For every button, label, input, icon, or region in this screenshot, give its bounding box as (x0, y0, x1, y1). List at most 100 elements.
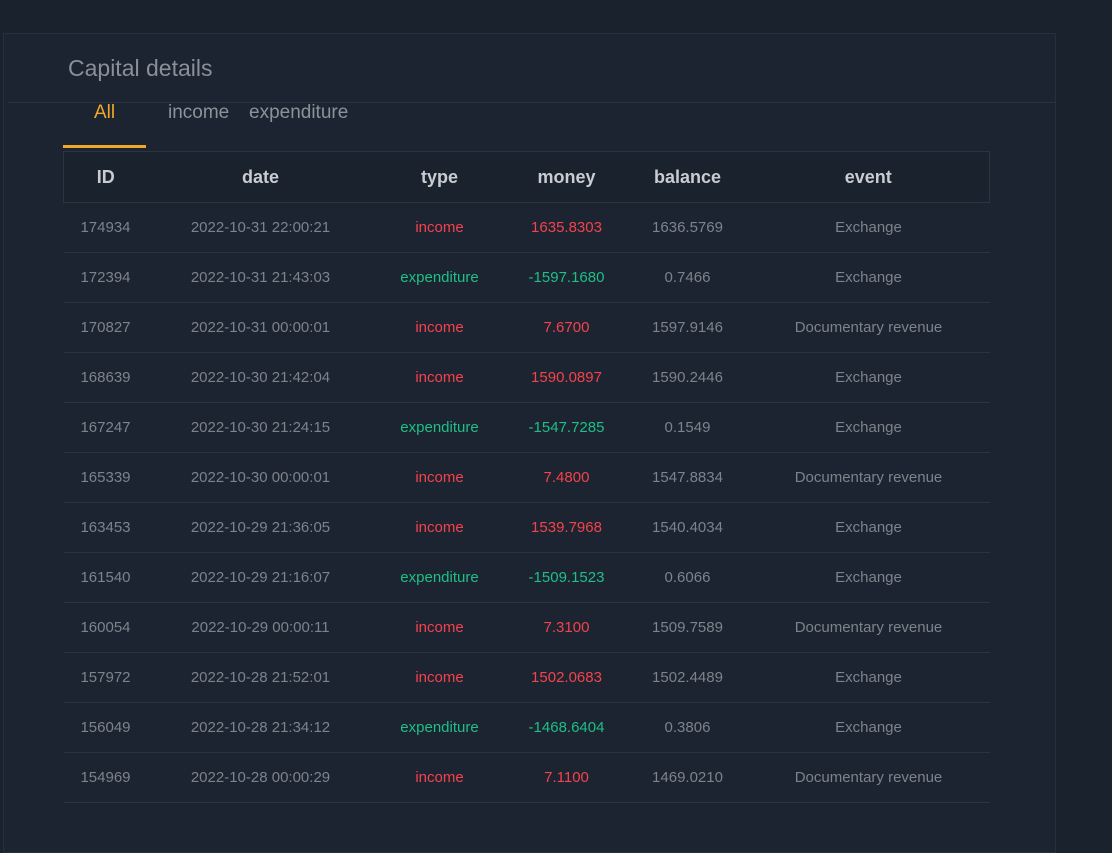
page-title: Capital details (68, 55, 213, 81)
cell-type: income (373, 652, 506, 703)
cell-event: Exchange (747, 402, 990, 453)
cell-type: expenditure (373, 702, 506, 753)
tab-income[interactable]: income (168, 96, 249, 148)
cell-date: 2022-10-31 21:43:03 (147, 252, 374, 303)
table-row: 165339 2022-10-30 00:00:01 income 7.4800 154… (63, 452, 990, 503)
cell-id: 160054 (63, 602, 148, 653)
cell-balance: 1502.4489 (627, 652, 748, 703)
cell-date: 2022-10-29 00:00:11 (147, 602, 374, 653)
cell-money: 1502.0683 (505, 652, 628, 703)
tab-all[interactable]: All (63, 96, 146, 148)
cell-balance: 1469.0210 (627, 752, 748, 803)
cell-id: 170827 (63, 302, 148, 353)
cell-id: 168639 (63, 352, 148, 403)
cell-event: Documentary revenue (747, 602, 990, 653)
cell-date: 2022-10-30 21:24:15 (147, 402, 374, 453)
cell-balance: 1597.9146 (627, 302, 748, 353)
cell-event: Exchange (747, 652, 990, 703)
cell-money: 7.4800 (505, 452, 628, 503)
cell-type: income (373, 202, 506, 253)
cell-date: 2022-10-28 21:52:01 (147, 652, 374, 703)
cell-event: Exchange (747, 252, 990, 303)
column-header-type: type (373, 151, 506, 203)
table-row: 170827 2022-10-31 00:00:01 income 7.6700 159… (63, 302, 990, 353)
table-row: 154969 2022-10-28 00:00:29 income 7.1100 146… (63, 752, 990, 803)
column-header-event: event (747, 151, 990, 203)
cell-balance: 0.1549 (627, 402, 748, 453)
cell-event: Exchange (747, 352, 990, 403)
cell-balance: 1590.2446 (627, 352, 748, 403)
table-header-row: ID date type money balance event (63, 151, 990, 203)
capital-table: ID date type money balance event 174934 2… (63, 151, 990, 803)
cell-date: 2022-10-28 00:00:29 (147, 752, 374, 803)
cell-money: -1468.6404 (505, 702, 628, 753)
table-row: 172394 2022-10-31 21:43:03 expenditure -159… (63, 252, 990, 303)
cell-type: income (373, 602, 506, 653)
cell-money: -1509.1523 (505, 552, 628, 603)
cell-date: 2022-10-31 00:00:01 (147, 302, 374, 353)
cell-date: 2022-10-30 21:42:04 (147, 352, 374, 403)
table-row: 163453 2022-10-29 21:36:05 income 1539.7968… (63, 502, 990, 553)
cell-event: Exchange (747, 552, 990, 603)
cell-balance: 1540.4034 (627, 502, 748, 553)
cell-balance: 1636.5769 (627, 202, 748, 253)
tab-expenditure[interactable]: expenditure (249, 96, 359, 148)
capital-table-container: ID date type money balance event 174934 2… (63, 151, 990, 803)
cell-type: expenditure (373, 552, 506, 603)
table-row: 160054 2022-10-29 00:00:11 income 7.3100 150… (63, 602, 990, 653)
filter-tabs: All income expenditure (63, 96, 359, 148)
cell-balance: 0.7466 (627, 252, 748, 303)
cell-money: 1635.8303 (505, 202, 628, 253)
cell-type: expenditure (373, 252, 506, 303)
cell-type: income (373, 452, 506, 503)
cell-type: income (373, 302, 506, 353)
cell-id: 154969 (63, 752, 148, 803)
cell-money: 7.6700 (505, 302, 628, 353)
cell-type: income (373, 352, 506, 403)
cell-date: 2022-10-31 22:00:21 (147, 202, 374, 253)
table-row: 161540 2022-10-29 21:16:07 expenditure -150… (63, 552, 990, 603)
cell-money: 1539.7968 (505, 502, 628, 553)
cell-event: Exchange (747, 702, 990, 753)
table-row: 167247 2022-10-30 21:24:15 expenditure -154… (63, 402, 990, 453)
table-body: 174934 2022-10-31 22:00:21 income 1635.8303… (63, 202, 990, 803)
table-row: 157972 2022-10-28 21:52:01 income 1502.0683… (63, 652, 990, 703)
cell-balance: 0.6066 (627, 552, 748, 603)
cell-type: income (373, 502, 506, 553)
cell-id: 174934 (63, 202, 148, 253)
cell-date: 2022-10-28 21:34:12 (147, 702, 374, 753)
cell-id: 156049 (63, 702, 148, 753)
cell-date: 2022-10-29 21:36:05 (147, 502, 374, 553)
column-header-balance: balance (627, 151, 748, 203)
table-row: 156049 2022-10-28 21:34:12 expenditure -146… (63, 702, 990, 753)
cell-id: 167247 (63, 402, 148, 453)
cell-money: -1547.7285 (505, 402, 628, 453)
cell-event: Exchange (747, 502, 990, 553)
cell-money: 1590.0897 (505, 352, 628, 403)
cell-money: 7.1100 (505, 752, 628, 803)
cell-event: Exchange (747, 202, 990, 253)
column-header-date: date (147, 151, 374, 203)
cell-money: 7.3100 (505, 602, 628, 653)
column-header-money: money (505, 151, 628, 203)
cell-event: Documentary revenue (747, 452, 990, 503)
cell-date: 2022-10-30 00:00:01 (147, 452, 374, 503)
cell-type: income (373, 752, 506, 803)
cell-balance: 1509.7589 (627, 602, 748, 653)
table-row: 168639 2022-10-30 21:42:04 income 1590.0897… (63, 352, 990, 403)
cell-id: 172394 (63, 252, 148, 303)
cell-date: 2022-10-29 21:16:07 (147, 552, 374, 603)
cell-balance: 0.3806 (627, 702, 748, 753)
cell-id: 157972 (63, 652, 148, 703)
cell-event: Documentary revenue (747, 752, 990, 803)
column-header-id: ID (63, 151, 148, 203)
cell-id: 161540 (63, 552, 148, 603)
table-header: ID date type money balance event (63, 151, 990, 203)
cell-id: 163453 (63, 502, 148, 553)
table-row: 174934 2022-10-31 22:00:21 income 1635.8303… (63, 202, 990, 253)
cell-balance: 1547.8834 (627, 452, 748, 503)
cell-event: Documentary revenue (747, 302, 990, 353)
cell-money: -1597.1680 (505, 252, 628, 303)
cell-type: expenditure (373, 402, 506, 453)
cell-id: 165339 (63, 452, 148, 503)
